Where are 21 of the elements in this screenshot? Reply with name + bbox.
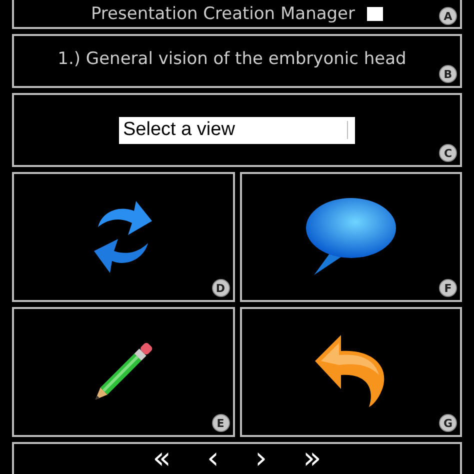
navigation-button[interactable]: » — [299, 444, 326, 474]
app-title: Presentation Creation Manager — [90, 4, 355, 24]
speech-bubble-icon — [304, 197, 398, 277]
label-badge: D — [212, 279, 230, 297]
tile-button[interactable]: D — [12, 172, 234, 302]
label-badge: C — [439, 144, 457, 162]
label-badge: F — [439, 279, 457, 297]
navigation-button[interactable]: › — [251, 444, 271, 474]
label-badge: G — [439, 414, 457, 432]
tile-button[interactable]: E — [12, 307, 234, 437]
navigation-button[interactable]: ‹ — [203, 444, 223, 474]
tile-button[interactable]: G — [240, 307, 462, 437]
navigation-button[interactable]: « — [148, 444, 175, 474]
label-badge: E — [212, 414, 230, 432]
section-title: 1.) General vision of the embryonic head — [58, 49, 406, 70]
checkbox[interactable] — [367, 6, 383, 21]
view-dropdown[interactable]: Select a view — [119, 116, 355, 144]
label-badge: B — [439, 65, 457, 84]
label-badge: A — [439, 7, 457, 26]
refresh-icon — [92, 199, 154, 275]
tile-button[interactable]: F — [240, 172, 462, 302]
